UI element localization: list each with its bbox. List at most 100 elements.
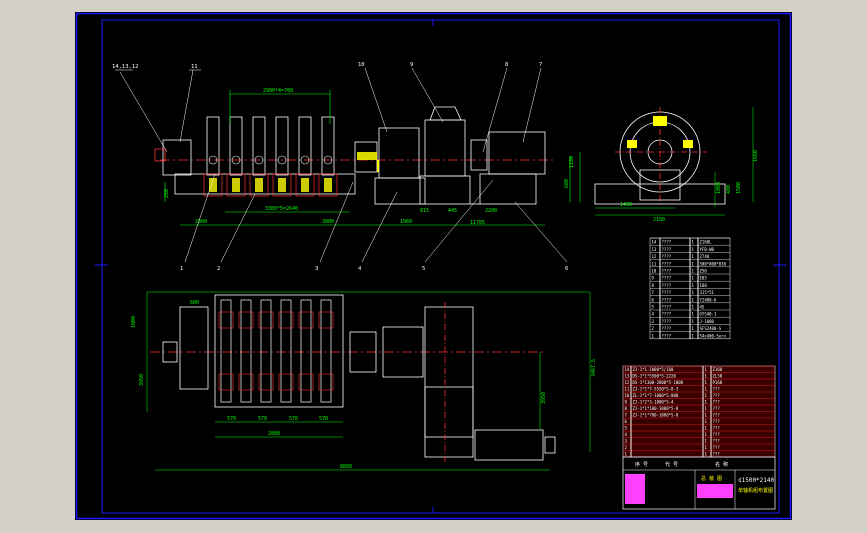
table-cell: ZJ-1*1*700-1000*S-8: [633, 413, 679, 418]
dim-680: 680: [564, 179, 570, 188]
table-cell: 5: [652, 305, 655, 310]
dim-34675: 3467.5: [591, 359, 597, 377]
table-cell: 1: [692, 297, 695, 302]
dim-815: 815: [420, 208, 429, 214]
table-cell: ???: [713, 393, 721, 398]
table-cell: P160: [713, 380, 723, 385]
table-cell: Z160L: [700, 240, 713, 245]
table-cell: ???: [713, 387, 721, 392]
table-cell: ????: [662, 261, 672, 266]
table-cell: 13: [652, 247, 657, 252]
dim-3950-b: 3950: [541, 392, 547, 404]
plan-roll: [320, 299, 332, 403]
roll-stands: [203, 116, 338, 197]
side-view: [594, 107, 754, 216]
table-cell: Z160: [713, 367, 723, 372]
table-cell: ZJ-1*1*7-5550*5-8-3: [633, 387, 679, 392]
main-motor: [488, 131, 546, 175]
table-cell: ????: [662, 312, 672, 317]
table-cell: ????: [662, 290, 672, 295]
table-cell: 14: [652, 240, 657, 245]
title-magenta-2: [697, 484, 733, 498]
parts-table-lower: 14 ZJ-1*1-1000*5/160 1 Z16013 DS-1*1*5500*5-…: [622, 365, 776, 458]
table-cell: 1: [692, 305, 695, 310]
callout-6: 6: [565, 266, 568, 272]
table-cell: 11: [625, 387, 630, 392]
main-gearbox: [424, 119, 466, 177]
callout-14-13-12: 14,13,12: [112, 64, 139, 70]
table-cell: 1: [692, 261, 695, 266]
table-cell: ???: [713, 413, 721, 418]
plan-dimensions: [146, 291, 591, 471]
table-cell: 10: [652, 269, 657, 274]
dim-length-1: 3300*5=2640: [265, 206, 298, 212]
table-cell: S4x400-Serv: [700, 333, 727, 338]
table-cell: ???: [713, 452, 721, 457]
plan-dim-labels: 570 570 570 570 2880 8800 1000 3950 3467…: [131, 300, 597, 470]
title-header-right: 名 称: [715, 461, 728, 468]
entry-unit: [162, 139, 192, 176]
table-cell: SFS2400-S: [700, 326, 722, 331]
motor-base: [479, 173, 537, 205]
table-cell: DS-1*1*5500*5-2220: [633, 374, 677, 379]
title-block: 序 号 代 号 名 称 总 装 图 ¢1500*2140 单轴机组布置图: [622, 456, 776, 510]
entry-motor: [154, 148, 166, 162]
dim-1430: 1430: [620, 202, 632, 208]
callout-8: 8: [505, 62, 508, 68]
table-cell: 180: [700, 283, 708, 288]
dim-570-c: 570: [289, 416, 298, 422]
table-cell: 45: [700, 305, 705, 310]
plan-gearbox-lower: [424, 386, 474, 458]
cad-drawing: 2900*4=700 3300*5=2640 2800 3800 1960 81…: [75, 12, 792, 520]
side-arm-1: [653, 116, 667, 126]
table-cell: ????: [662, 247, 672, 252]
drawing-name: 单轴机组布置图: [738, 487, 773, 494]
plan-roll: [260, 299, 272, 403]
dim-8800: 8800: [340, 464, 352, 470]
stand-hatch: [278, 178, 286, 192]
plan-entry-guide: [179, 306, 209, 390]
dim-250: 250: [164, 189, 170, 198]
table-cell: 14: [625, 367, 630, 372]
side-arm-3: [683, 140, 693, 148]
callout-4: 4: [358, 266, 362, 272]
table-cell: 13: [625, 374, 630, 379]
roll-stand: [206, 116, 220, 176]
roll-stand: [298, 116, 312, 176]
roll-stand: [252, 116, 266, 176]
gearbox-base: [419, 175, 471, 205]
dim-top-span: 2900*4=700: [263, 88, 293, 94]
table-cell: ????: [662, 240, 672, 245]
title-header-left: 序 号: [635, 461, 648, 468]
plan-roll: [280, 299, 292, 403]
callout-1: 1: [180, 266, 183, 272]
cad-viewport[interactable]: 2900*4=700 3300*5=2640 2800 3800 1960 81…: [0, 0, 867, 533]
table-cell: ????: [662, 254, 672, 259]
dim-1960: 1960: [400, 219, 412, 225]
table-cell: 1: [692, 312, 695, 317]
dim-1080: 1080: [716, 182, 722, 194]
table-cell: 2740: [700, 254, 710, 259]
table-cell: 1: [692, 276, 695, 281]
stand-hatch: [255, 178, 263, 192]
plan-gearbox: [424, 306, 474, 438]
callout-10: 10: [358, 62, 365, 68]
table-cell: ????: [662, 326, 672, 331]
plan-view: [150, 294, 556, 462]
gear-reducer: [378, 127, 420, 179]
dim-3800: 3800: [322, 219, 334, 225]
dim-1180: 1180: [569, 156, 575, 168]
drawing-number: ¢1500*2140: [738, 477, 775, 484]
parts-table-upper: 14???? 1 Z160L13???? 1 YFB-W812???? 1 274011??…: [649, 237, 731, 340]
table-cell: ???: [713, 400, 721, 405]
table-cell: ZL50: [713, 374, 723, 379]
side-arm-2: [627, 140, 637, 148]
stand-hatch: [324, 178, 332, 192]
plan-roll: [240, 299, 252, 403]
coupling-2: [470, 139, 488, 171]
table-cell: 11: [652, 261, 657, 266]
table-cell: 1: [692, 269, 695, 274]
front-view: [154, 106, 553, 205]
roll-stand: [321, 116, 335, 176]
hatch-block-2: [377, 160, 379, 172]
